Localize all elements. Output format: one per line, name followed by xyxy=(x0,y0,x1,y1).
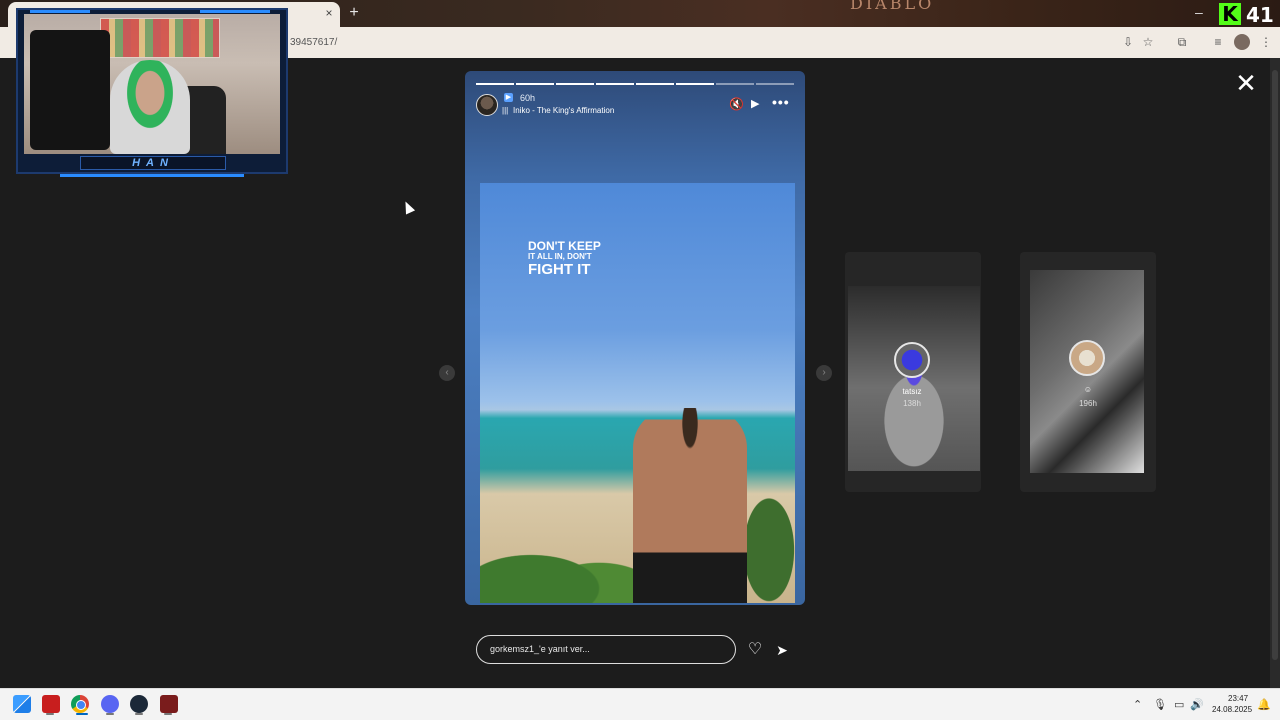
story-progress-segment xyxy=(596,83,634,85)
app-icon[interactable] xyxy=(42,695,60,713)
notification-icon[interactable]: 🔔 xyxy=(1257,698,1271,711)
play-icon[interactable]: ▶ xyxy=(751,97,765,111)
reading-list-icon[interactable]: ≡ xyxy=(1210,34,1226,50)
photo-person xyxy=(633,408,747,603)
next-story-button[interactable]: › xyxy=(816,365,832,381)
story-preview-time: 196h xyxy=(1079,399,1097,408)
webcam-accent xyxy=(60,174,244,177)
story-progress-segment xyxy=(756,83,794,85)
extensions-icon[interactable]: ⧉ xyxy=(1174,34,1190,50)
story-progress-segment xyxy=(556,83,594,85)
tab-close-icon[interactable]: × xyxy=(322,6,336,20)
discord-icon[interactable] xyxy=(101,695,119,713)
tray-chevron-icon[interactable]: ⌃ xyxy=(1133,698,1142,711)
story-preview-avatar[interactable] xyxy=(894,342,930,378)
reply-input[interactable]: gorkemsz1_'e yanıt ver... xyxy=(476,635,736,664)
story-time: 60h xyxy=(520,93,536,103)
music-icon: ||| xyxy=(502,106,509,115)
profile-avatar[interactable] xyxy=(1234,34,1250,50)
windows-start-icon[interactable] xyxy=(13,695,31,713)
more-options-icon[interactable]: ••• xyxy=(772,95,792,109)
bookmark-star-icon[interactable]: ☆ xyxy=(1140,34,1156,50)
banner-text: DIABLO xyxy=(850,0,935,13)
previous-story-button[interactable]: ‹ xyxy=(439,365,455,381)
steam-icon[interactable] xyxy=(130,695,148,713)
mute-icon[interactable]: 🔇 xyxy=(729,97,744,111)
new-tab-button[interactable]: + xyxy=(345,4,363,22)
microphone-icon[interactable]: 🎙 xyxy=(1153,698,1167,711)
url-field[interactable]: 39457617/ xyxy=(290,37,337,48)
story-caption-line3: FIGHT IT xyxy=(528,261,591,278)
network-icon[interactable]: ▭ xyxy=(1174,698,1184,711)
webcam-streamer xyxy=(110,60,190,154)
photo-plants xyxy=(480,530,650,603)
story-preview-avatar[interactable] xyxy=(1069,340,1105,376)
webcam-shelf xyxy=(100,18,220,58)
story-progress-segment xyxy=(716,83,754,85)
scrollbar-thumb[interactable] xyxy=(1272,70,1278,660)
running-indicator xyxy=(46,713,54,715)
webcam-nameplate: HAN xyxy=(80,156,226,170)
story-progress-segment xyxy=(676,83,714,85)
story-music-label[interactable]: Iniko - The King's Affirmation xyxy=(513,106,614,115)
chrome-icon[interactable] xyxy=(71,695,89,713)
running-indicator xyxy=(106,713,114,715)
install-app-icon[interactable]: ⇩ xyxy=(1120,34,1136,50)
window-minimize-button[interactable]: – xyxy=(1195,4,1203,20)
story-progress-segment xyxy=(476,83,514,85)
story-caption-line1: DON'T KEEP xyxy=(528,239,601,253)
story-preview-emoji-icon: ☺ xyxy=(1083,385,1093,394)
story-preview-name: tatsız xyxy=(902,387,922,396)
kick-viewer-count: 41 xyxy=(1246,3,1274,27)
clock-date[interactable]: 24.08.2025 xyxy=(1212,705,1252,714)
story-progress-segment xyxy=(516,83,554,85)
story-author-avatar[interactable] xyxy=(476,94,498,116)
close-icon[interactable]: ✕ xyxy=(1232,69,1260,97)
volume-icon[interactable]: 🔊 xyxy=(1190,698,1204,711)
taskbar xyxy=(0,688,1280,720)
clock-time[interactable]: 23:47 xyxy=(1228,694,1248,703)
running-indicator xyxy=(135,713,143,715)
running-indicator xyxy=(76,713,88,715)
story-badge-icon: ▶ xyxy=(504,93,513,102)
kick-logo: K xyxy=(1219,3,1241,25)
story-caption-line2: IT ALL IN, DON'T xyxy=(528,252,592,261)
browser-menu-icon[interactable]: ⋮ xyxy=(1258,34,1274,50)
webcam-jersey xyxy=(30,30,110,150)
story-progress-segment xyxy=(636,83,674,85)
webcam-accent xyxy=(30,10,90,13)
running-indicator xyxy=(164,713,172,715)
share-icon[interactable]: ➤ xyxy=(773,641,791,659)
app-icon[interactable] xyxy=(160,695,178,713)
story-preview-time: 138h xyxy=(903,399,921,408)
webcam-accent xyxy=(200,10,270,13)
like-icon[interactable]: ♡ xyxy=(746,641,764,659)
